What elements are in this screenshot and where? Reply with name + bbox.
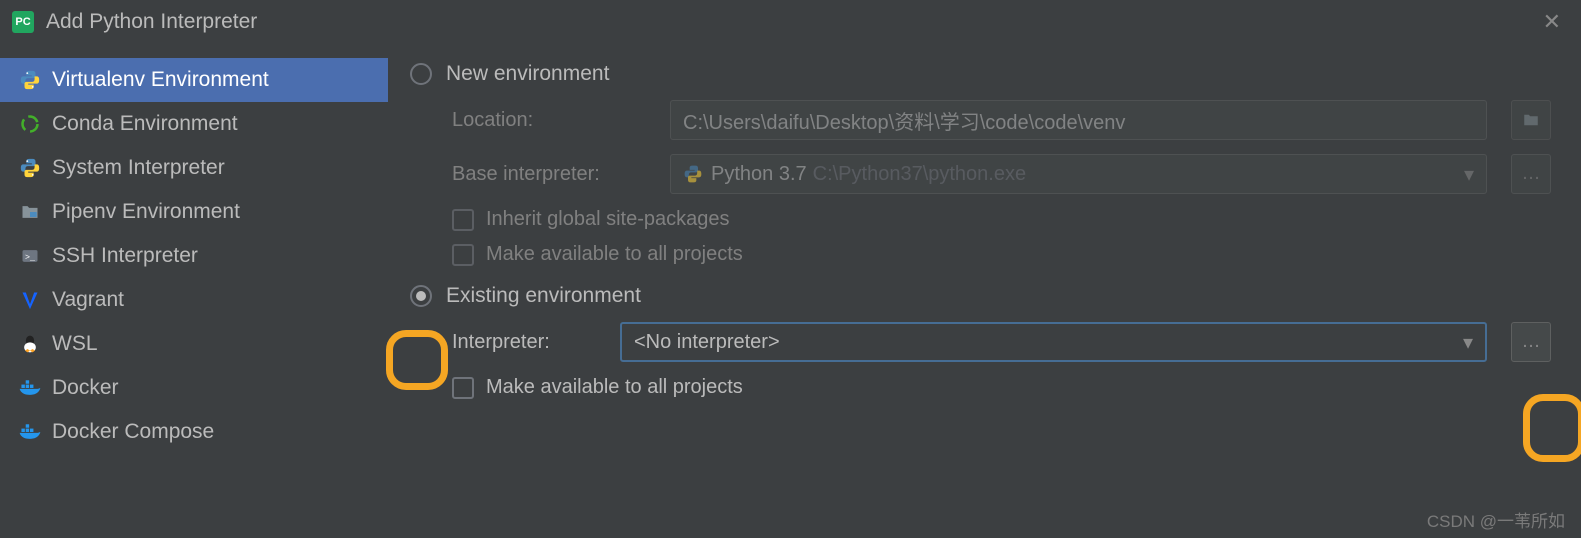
- browse-interpreter-button[interactable]: …: [1511, 322, 1551, 362]
- dialog-title: Add Python Interpreter: [46, 10, 257, 34]
- location-value: C:\Users\daifu\Desktop\资料\学习\code\code\v…: [683, 106, 1125, 135]
- pycharm-app-icon: PC: [12, 11, 34, 33]
- close-icon[interactable]: ✕: [1535, 9, 1569, 35]
- make-available-checkbox-new[interactable]: [452, 244, 474, 266]
- make-available-label: Make available to all projects: [486, 376, 743, 399]
- sidebar-item-system[interactable]: System Interpreter: [0, 146, 388, 190]
- radio-existing-environment[interactable]: [410, 285, 432, 307]
- chevron-down-icon: ▾: [1463, 330, 1473, 355]
- existing-environment-radio-row[interactable]: Existing environment: [410, 284, 1551, 308]
- content-panel: New environment Location: C:\Users\daifu…: [388, 44, 1581, 538]
- sidebar-item-label: SSH Interpreter: [52, 244, 198, 268]
- sidebar-item-vagrant[interactable]: Vagrant: [0, 278, 388, 322]
- ssh-icon: >_: [18, 244, 42, 268]
- sidebar-item-label: WSL: [52, 332, 98, 356]
- base-interpreter-path: C:\Python37\python.exe: [813, 163, 1026, 186]
- annotation-highlight: [386, 330, 448, 390]
- location-label: Location:: [452, 109, 652, 132]
- browse-base-button[interactable]: …: [1511, 154, 1551, 194]
- annotation-highlight: [1523, 394, 1581, 462]
- sidebar-item-docker[interactable]: Docker: [0, 366, 388, 410]
- inherit-packages-label: Inherit global site-packages: [486, 208, 729, 231]
- base-interpreter-value: Python 3.7: [711, 163, 807, 186]
- sidebar-item-conda[interactable]: Conda Environment: [0, 102, 388, 146]
- sidebar-item-virtualenv[interactable]: Virtualenv Environment: [0, 58, 388, 102]
- radio-label: New environment: [446, 62, 609, 86]
- sidebar-item-wsl[interactable]: WSL: [0, 322, 388, 366]
- docker-compose-icon: [18, 420, 42, 444]
- docker-icon: [18, 376, 42, 400]
- make-available-label: Make available to all projects: [486, 243, 743, 266]
- vagrant-icon: [18, 288, 42, 312]
- new-environment-radio-row[interactable]: New environment: [410, 62, 1551, 86]
- sidebar-item-label: Pipenv Environment: [52, 200, 240, 224]
- base-interpreter-dropdown[interactable]: Python 3.7 C:\Python37\python.exe ▾: [670, 154, 1487, 194]
- folder-icon: [1521, 111, 1541, 129]
- sidebar-item-label: Docker: [52, 376, 119, 400]
- interpreter-type-sidebar: Virtualenv Environment Conda Environment…: [0, 44, 388, 538]
- interpreter-dropdown[interactable]: <No interpreter> ▾: [620, 322, 1487, 362]
- sidebar-item-label: Vagrant: [52, 288, 124, 312]
- sidebar-item-label: System Interpreter: [52, 156, 225, 180]
- sidebar-item-label: Conda Environment: [52, 112, 238, 136]
- radio-label: Existing environment: [446, 284, 641, 308]
- make-available-checkbox-existing[interactable]: [452, 377, 474, 399]
- sidebar-item-label: Virtualenv Environment: [52, 68, 269, 92]
- interpreter-value: <No interpreter>: [634, 331, 780, 354]
- python-icon: [683, 164, 703, 184]
- radio-new-environment[interactable]: [410, 63, 432, 85]
- watermark-text: CSDN @一苇所如: [1427, 507, 1565, 532]
- title-bar: PC Add Python Interpreter ✕: [0, 0, 1581, 44]
- inherit-packages-checkbox[interactable]: [452, 209, 474, 231]
- sidebar-item-ssh[interactable]: >_ SSH Interpreter: [0, 234, 388, 278]
- location-field[interactable]: C:\Users\daifu\Desktop\资料\学习\code\code\v…: [670, 100, 1487, 140]
- chevron-down-icon: ▾: [1464, 162, 1474, 187]
- conda-icon: [18, 112, 42, 136]
- base-interpreter-label: Base interpreter:: [452, 163, 652, 186]
- browse-location-button[interactable]: [1511, 100, 1551, 140]
- interpreter-label: Interpreter:: [452, 331, 602, 354]
- linux-icon: [18, 332, 42, 356]
- svg-text:>_: >_: [25, 252, 36, 262]
- python-icon: [18, 68, 42, 92]
- sidebar-item-pipenv[interactable]: Pipenv Environment: [0, 190, 388, 234]
- folder-icon: [18, 200, 42, 224]
- sidebar-item-label: Docker Compose: [52, 420, 214, 444]
- sidebar-item-docker-compose[interactable]: Docker Compose: [0, 410, 388, 454]
- python-icon: [18, 156, 42, 180]
